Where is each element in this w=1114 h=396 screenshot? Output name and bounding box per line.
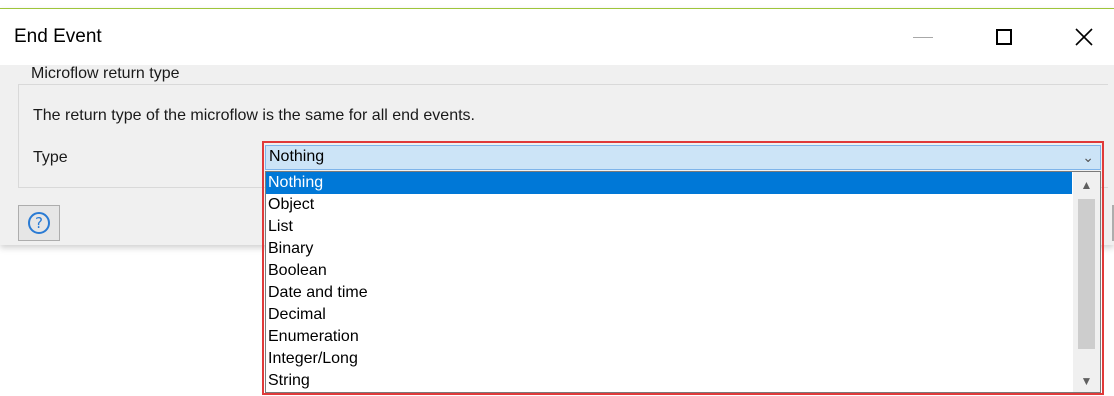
option-integer-long[interactable]: Integer/Long [266, 348, 1072, 370]
type-dropdown-list: Nothing Object List Binary Boolean Date … [265, 171, 1101, 393]
option-object[interactable]: Object [266, 194, 1072, 216]
type-label: Type [33, 149, 68, 166]
close-icon [1075, 28, 1093, 46]
type-select-value: Nothing [269, 148, 325, 165]
maximize-icon [996, 29, 1012, 45]
maximize-button[interactable] [974, 9, 1034, 65]
option-enumeration[interactable]: Enumeration [266, 326, 1072, 348]
group-description: The return type of the microflow is the … [33, 107, 475, 124]
option-binary[interactable]: Binary [266, 238, 1072, 260]
title-bar: End Event [0, 9, 1114, 65]
dialog-title: End Event [14, 26, 102, 47]
list-scrollbar[interactable]: ▲ ▼ [1073, 172, 1100, 392]
minimize-icon [913, 36, 933, 38]
chevron-down-icon[interactable]: ⌄ [1082, 146, 1094, 168]
minimize-button[interactable] [893, 9, 953, 65]
scroll-thumb[interactable] [1078, 199, 1095, 349]
group-legend: Microflow return type [28, 65, 183, 83]
option-boolean[interactable]: Boolean [266, 260, 1072, 282]
type-select[interactable]: Nothing ⌄ [265, 145, 1101, 170]
close-button[interactable] [1054, 9, 1114, 65]
scroll-up-icon[interactable]: ▲ [1073, 174, 1100, 196]
option-nothing[interactable]: Nothing [266, 172, 1072, 194]
option-date-and-time[interactable]: Date and time [266, 282, 1072, 304]
help-icon: ? [28, 212, 50, 234]
option-list[interactable]: List [266, 216, 1072, 238]
scroll-down-icon[interactable]: ▼ [1073, 370, 1100, 392]
option-decimal[interactable]: Decimal [266, 304, 1072, 326]
option-string[interactable]: String [266, 370, 1072, 392]
help-button[interactable]: ? [18, 205, 60, 241]
